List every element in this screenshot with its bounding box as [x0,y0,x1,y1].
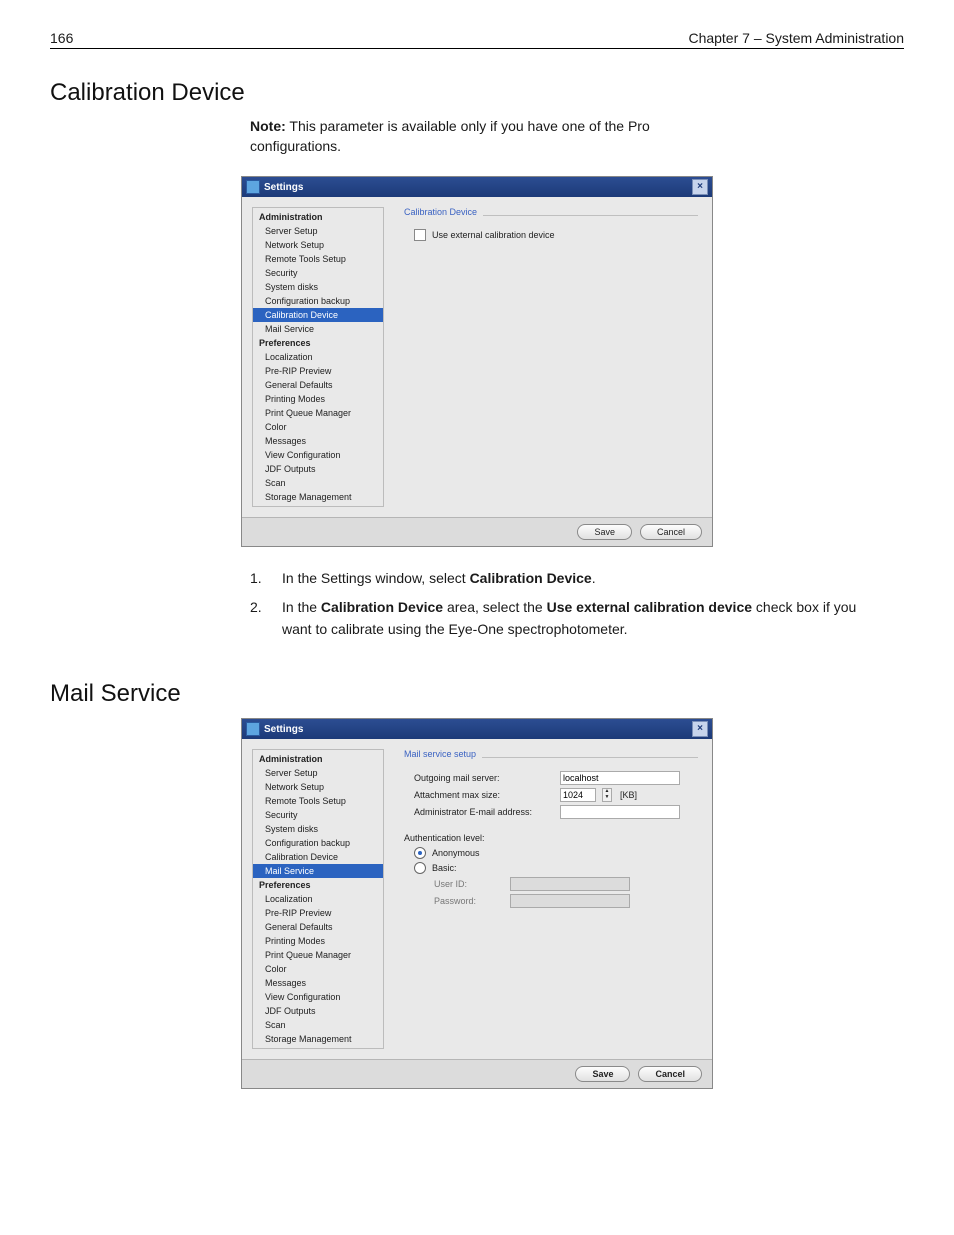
nav-prerip-preview[interactable]: Pre-RIP Preview [253,364,383,378]
nav-localization[interactable]: Localization [253,892,383,906]
step-number: 2. [250,596,268,641]
radio-basic[interactable] [414,862,426,874]
nav-view-config[interactable]: View Configuration [253,448,383,462]
userid-input [510,877,630,891]
nav-config-backup[interactable]: Configuration backup [253,294,383,308]
password-label: Password: [434,896,504,906]
nav-calibration-device[interactable]: Calibration Device [253,850,383,864]
outgoing-server-label: Outgoing mail server: [414,773,554,783]
content-panel: Calibration Device Use external calibrat… [390,197,712,517]
nav-printing-modes[interactable]: Printing Modes [253,934,383,948]
close-icon[interactable]: × [692,721,708,737]
use-external-calibration-row[interactable]: Use external calibration device [414,229,698,241]
close-icon[interactable]: × [692,179,708,195]
content-panel: Mail service setup Outgoing mail server:… [390,739,712,1059]
nav-print-queue[interactable]: Print Queue Manager [253,406,383,420]
nav-color[interactable]: Color [253,420,383,434]
radio-anonymous[interactable] [414,847,426,859]
nav-jdf-outputs[interactable]: JDF Outputs [253,1004,383,1018]
nav-server-setup[interactable]: Server Setup [253,224,383,238]
attachment-size-label: Attachment max size: [414,790,554,800]
nav-printing-modes[interactable]: Printing Modes [253,392,383,406]
section-title-calibration: Calibration Device [50,79,904,107]
dialog-footer: Save Cancel [242,1059,712,1088]
nav-storage-mgmt[interactable]: Storage Management [253,1032,383,1046]
nav-server-setup[interactable]: Server Setup [253,766,383,780]
step-text: In the Settings window, select Calibrati… [282,567,596,589]
titlebar: Settings × [242,719,712,739]
nav-system-disks[interactable]: System disks [253,822,383,836]
group-label-mail: Mail service setup [404,749,698,759]
nav-panel: Administration Server Setup Network Setu… [252,749,384,1049]
nav-calibration-device[interactable]: Calibration Device [253,308,383,322]
nav-remote-tools[interactable]: Remote Tools Setup [253,252,383,266]
step-text: In the Calibration Device area, select t… [282,596,870,641]
dialog-footer: Save Cancel [242,517,712,546]
auth-level-label: Authentication level: [404,833,698,843]
nav-network-setup[interactable]: Network Setup [253,780,383,794]
page-header: 166 Chapter 7 – System Administration [50,30,904,49]
save-button[interactable]: Save [575,1066,630,1082]
cancel-button[interactable]: Cancel [638,1066,702,1082]
radio-basic-label: Basic: [432,863,457,873]
outgoing-server-input[interactable] [560,771,680,785]
nav-color[interactable]: Color [253,962,383,976]
admin-email-label: Administrator E-mail address: [414,807,554,817]
nav-scan[interactable]: Scan [253,476,383,490]
app-icon [246,722,260,736]
attachment-size-unit: [KB] [620,790,637,800]
nav-security[interactable]: Security [253,808,383,822]
nav-system-disks[interactable]: System disks [253,280,383,294]
nav-group-prefs: Preferences [253,878,383,892]
nav-group-admin: Administration [253,210,383,224]
section-title-mail: Mail Service [50,680,904,708]
nav-print-queue[interactable]: Print Queue Manager [253,948,383,962]
nav-general-defaults[interactable]: General Defaults [253,378,383,392]
checkbox-label: Use external calibration device [432,230,555,240]
checkbox-icon[interactable] [414,229,426,241]
nav-network-setup[interactable]: Network Setup [253,238,383,252]
admin-email-input[interactable] [560,805,680,819]
nav-group-admin: Administration [253,752,383,766]
nav-localization[interactable]: Localization [253,350,383,364]
nav-group-prefs: Preferences [253,336,383,350]
cancel-button[interactable]: Cancel [640,524,702,540]
nav-messages[interactable]: Messages [253,434,383,448]
nav-mail-service[interactable]: Mail Service [253,864,383,878]
nav-scan[interactable]: Scan [253,1018,383,1032]
step-number: 1. [250,567,268,589]
password-input [510,894,630,908]
app-icon [246,180,260,194]
nav-panel: Administration Server Setup Network Setu… [252,207,384,507]
settings-window-calibration: Settings × Administration Server Setup N… [241,176,713,547]
chapter-title: Chapter 7 – System Administration [688,30,904,46]
page-number: 166 [50,30,73,46]
nav-prerip-preview[interactable]: Pre-RIP Preview [253,906,383,920]
radio-anonymous-label: Anonymous [432,848,480,858]
instructions-calibration: 1. In the Settings window, select Calibr… [250,567,870,640]
nav-remote-tools[interactable]: Remote Tools Setup [253,794,383,808]
nav-storage-mgmt[interactable]: Storage Management [253,490,383,504]
nav-general-defaults[interactable]: General Defaults [253,920,383,934]
attachment-size-input[interactable] [560,788,596,802]
note-label: Note: [250,118,286,134]
userid-label: User ID: [434,879,504,889]
settings-window-mail: Settings × Administration Server Setup N… [241,718,713,1089]
window-title: Settings [264,724,303,735]
note-text: This parameter is available only if you … [250,118,650,154]
titlebar: Settings × [242,177,712,197]
nav-config-backup[interactable]: Configuration backup [253,836,383,850]
save-button[interactable]: Save [577,524,632,540]
spinner-icon[interactable]: ▲▼ [602,788,612,802]
nav-mail-service[interactable]: Mail Service [253,322,383,336]
nav-view-config[interactable]: View Configuration [253,990,383,1004]
note-block: Note: This parameter is available only i… [250,117,730,156]
window-title: Settings [264,182,303,193]
nav-jdf-outputs[interactable]: JDF Outputs [253,462,383,476]
nav-messages[interactable]: Messages [253,976,383,990]
nav-security[interactable]: Security [253,266,383,280]
group-label-calibration: Calibration Device [404,207,698,217]
